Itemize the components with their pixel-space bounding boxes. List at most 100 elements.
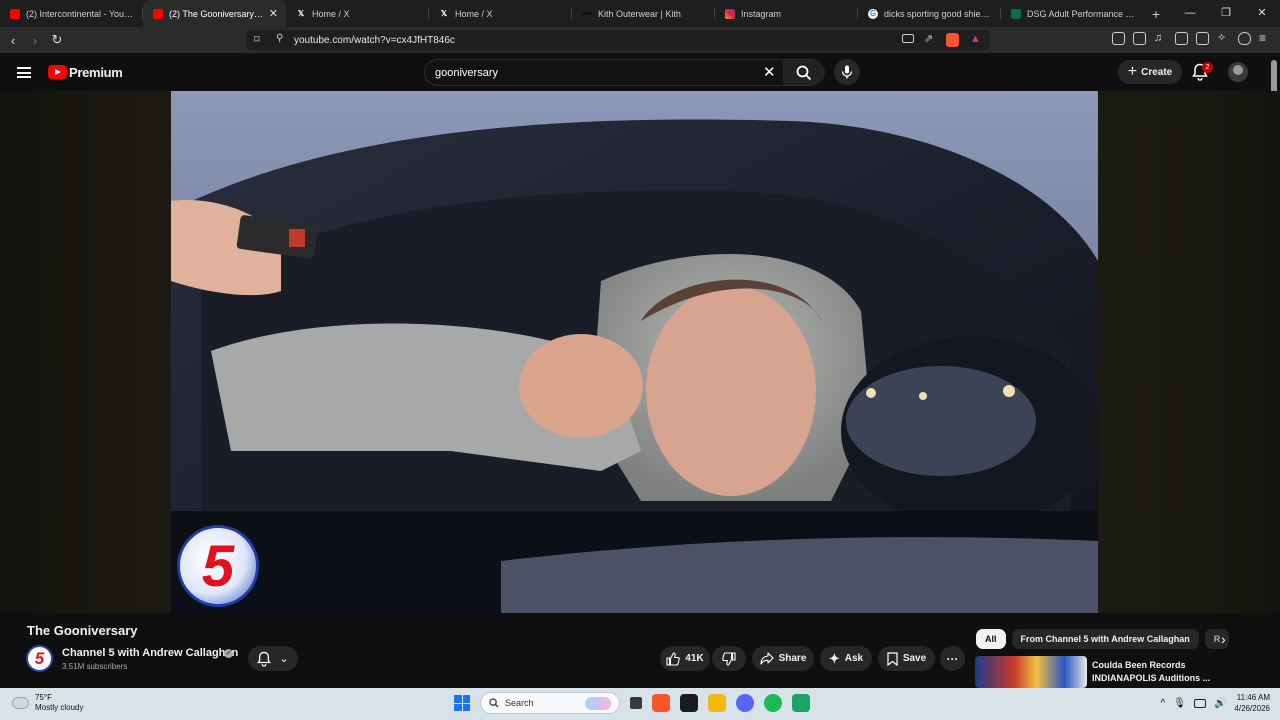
app-icon[interactable] [680,694,698,712]
recommended-video[interactable]: Coulda Been Records INDIANAPOLIS Auditio… [975,656,1280,688]
browser-tab-google-search[interactable]: G dicks sporting good shiesty - Google S… [858,0,1001,27]
browser-tab-dsg[interactable]: DSG Adult Performance Balaclava [1001,0,1144,27]
x-icon: 𝕏 [440,9,448,18]
thumbs-down-icon [722,651,736,666]
volume-icon[interactable]: 🔊 [1214,698,1226,709]
recommended-video-title[interactable]: Coulda Been Records INDIANAPOLIS Auditio… [1092,659,1222,685]
youtube-logo-icon[interactable] [48,65,67,79]
microphone-icon [841,65,853,79]
wallet-icon[interactable] [1196,32,1209,45]
menu-icon[interactable]: ≡ [1259,32,1272,45]
create-label: Create [1141,66,1173,78]
browser-tab-x-home[interactable]: 𝕏 Home / X [286,0,429,27]
chevron-up-icon[interactable]: ^ [1161,698,1166,709]
new-tab-button[interactable]: + [1144,6,1168,22]
browser-tab-x-home-2[interactable]: 𝕏 Home / X [429,0,572,27]
account-avatar[interactable] [1228,62,1248,82]
search-highlight-icon [585,697,611,710]
vpn-shield-icon[interactable] [1238,32,1251,45]
reload-icon[interactable]: ↻ [46,32,68,48]
tab-title: dicks sporting good shiesty - Google Sea… [884,8,994,19]
like-button[interactable]: 41K [660,646,710,671]
clock-date: 4/26/2026 [1234,704,1270,713]
file-explorer-icon[interactable] [708,694,726,712]
close-window-icon[interactable]: ✕ [1244,0,1280,27]
taskbar-search-placeholder: Search [505,698,534,708]
restore-icon[interactable]: ❐ [1208,0,1244,27]
dsg-icon [1011,8,1021,19]
bookmark-icon[interactable]: ⌑ [254,33,260,46]
clock-time: 11:46 AM [1236,693,1270,702]
guide-menu-icon[interactable] [17,67,31,78]
leo-ai-icon[interactable]: ✧ [1217,32,1230,45]
chip-all[interactable]: All [976,629,1006,649]
spotify-icon[interactable] [764,694,782,712]
bookmark-save-icon [887,651,898,666]
save-button[interactable]: Save [878,646,935,671]
tab-title: Kith Outerwear | Kith [598,8,681,19]
site-info-icon[interactable]: ⚲ [276,33,283,44]
create-button[interactable]: + Create [1118,60,1182,84]
channel-5-numeral: 5 [201,533,235,599]
brave-browser-icon[interactable] [652,694,670,712]
clear-search-icon[interactable]: ✕ [763,63,776,81]
taskbar-clock[interactable]: 11:46 AM 4/26/2026 [1234,692,1270,714]
save-label: Save [902,653,927,664]
minimize-icon[interactable]: — [1172,0,1208,27]
browser-toolbar: ‹ › ↻ ⌑ ⚲ youtube.com/watch?v=cx4JfHT846… [0,27,1280,53]
video-info-section: The Gooniversary 5 Channel 5 with Andrew… [0,613,1280,688]
share-button[interactable]: Share [752,646,814,671]
chip-from-channel[interactable]: From Channel 5 with Andrew Callaghan [1011,629,1199,649]
browser-tab-instagram[interactable]: Instagram [715,0,858,27]
search-button[interactable] [783,60,825,85]
discord-icon[interactable] [736,694,754,712]
bell-icon [257,651,272,667]
cast-icon[interactable] [902,34,914,43]
channel-avatar[interactable]: 5 [26,645,53,672]
verified-badge-icon: ✓ [224,649,233,658]
youtube-premium-logo[interactable]: Premium [69,65,123,80]
ask-button[interactable]: ✦ Ask [820,646,872,671]
back-icon[interactable]: ‹ [2,33,24,48]
voice-search-button[interactable] [834,59,860,85]
microphone-tray-icon[interactable]: 🎙 [1173,698,1186,709]
recommended-video-thumbnail[interactable] [975,656,1087,688]
subscription-notifications-button[interactable]: ⌄ [248,646,298,671]
brave-rewards-icon[interactable]: ▲ [970,33,981,45]
sparkle-icon: ✦ [828,650,840,666]
chips-next-icon[interactable]: › [1221,631,1226,647]
sidebar-icon[interactable] [1175,32,1188,45]
extensions-icon[interactable] [1112,32,1125,45]
forward-icon[interactable]: › [24,33,46,48]
video-player[interactable]: 5 [171,91,1098,613]
screenshot-icon[interactable] [1133,32,1146,45]
notification-count-badge: 2 [1202,62,1213,73]
share-page-icon[interactable]: ⇗ [924,32,933,45]
browser-tab-kith[interactable]: Kith Outerwear | Kith [572,0,715,27]
brave-shields-icon[interactable] [946,33,959,47]
windows-start-icon[interactable] [454,695,470,711]
browser-tab-gooniversary[interactable]: (2) The Gooniversary - YouTube ✕ [143,0,286,27]
window-controls: — ❐ ✕ [1172,0,1280,27]
share-icon [760,652,774,665]
taskbar-search-box[interactable]: Search [480,692,620,714]
task-view-icon[interactable] [630,697,642,709]
music-icon[interactable]: ♫ [1154,32,1167,45]
more-icon: ··· [946,651,959,666]
search-input[interactable] [435,65,755,81]
like-count: 41K [685,653,704,664]
dislike-button[interactable] [712,646,746,671]
more-actions-button[interactable]: ··· [940,646,965,671]
weather-widget[interactable]: 75°F Mostly cloudy [12,693,83,713]
app-icon-green[interactable] [792,694,810,712]
tab-title: Instagram [741,8,782,19]
address-bar[interactable]: ⌑ ⚲ youtube.com/watch?v=cx4JfHT846c ⇗ ▲ [246,30,990,50]
channel-name-link[interactable]: Channel 5 with Andrew Callaghan [62,647,238,659]
channel-5-watermark-logo: 5 [177,525,259,607]
youtube-masthead: Premium ✕ + Create 2 [0,53,1280,91]
browser-tab-intercontinental[interactable]: (2) Intercontinental - YouTube [0,0,143,27]
url-text[interactable]: youtube.com/watch?v=cx4JfHT846c [294,35,455,46]
close-tab-icon[interactable]: ✕ [269,7,278,20]
network-icon[interactable] [1193,698,1206,708]
cloud-icon [12,697,29,709]
